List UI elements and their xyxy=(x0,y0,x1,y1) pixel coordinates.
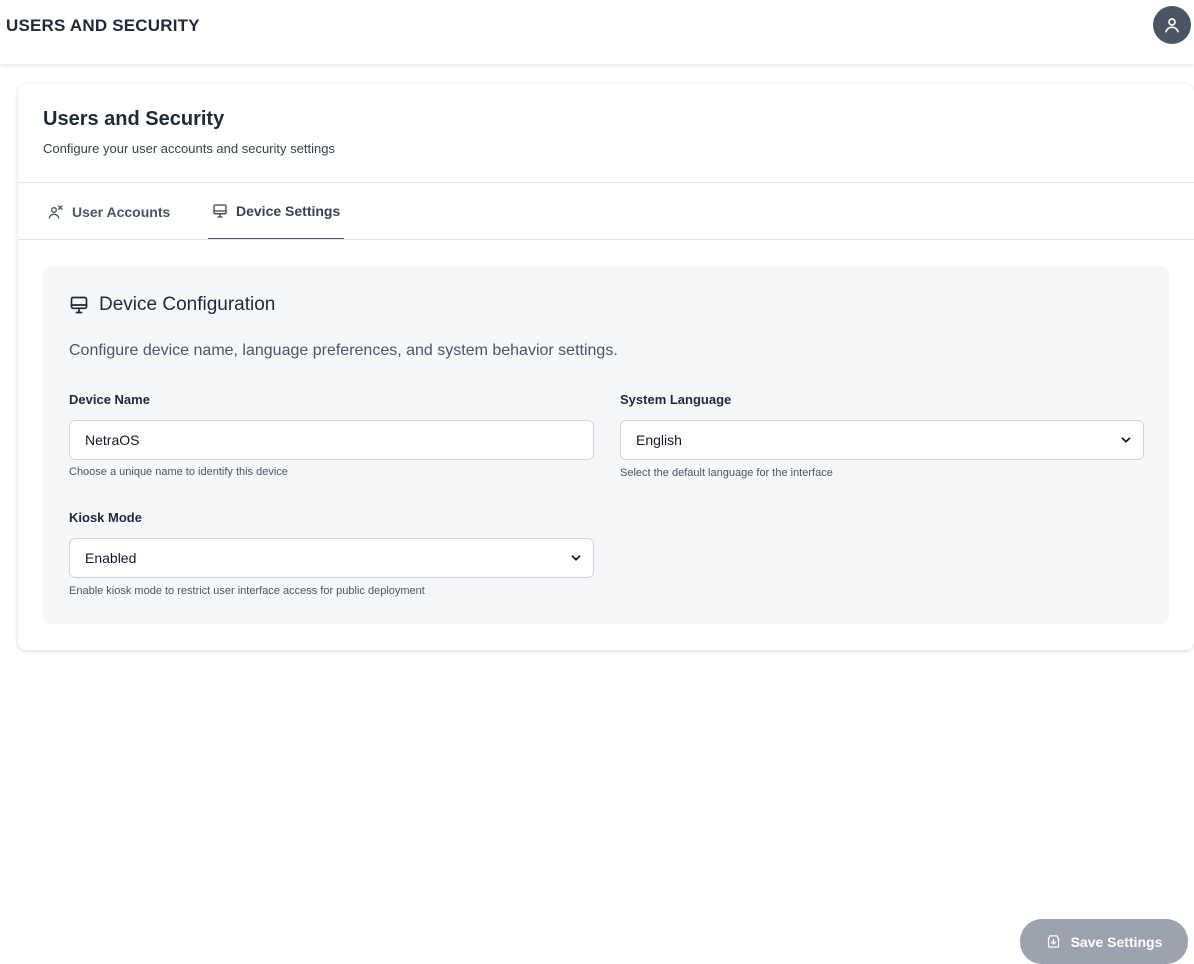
kiosk-mode-label: Kiosk Mode xyxy=(69,510,142,525)
system-language-select[interactable]: English xyxy=(620,420,1144,460)
chevron-down-icon xyxy=(571,555,581,561)
settings-card: Users and Security Configure your user a… xyxy=(18,84,1194,650)
users-icon xyxy=(48,204,63,219)
kiosk-mode-select[interactable]: Enabled xyxy=(69,538,594,578)
tabs-divider-bottom xyxy=(18,239,1194,240)
device-configuration-panel: Device Configuration Configure device na… xyxy=(43,266,1169,624)
app-title: USERS AND SECURITY xyxy=(6,16,200,35)
kiosk-mode-value: Enabled xyxy=(85,550,137,566)
tab-label: User Accounts xyxy=(72,203,171,220)
tab-user-accounts[interactable]: User Accounts xyxy=(48,183,170,240)
device-name-value: NetraOS xyxy=(85,432,140,448)
user-icon xyxy=(1165,18,1179,33)
device-name-input[interactable]: NetraOS xyxy=(69,420,594,460)
section-description: Configure device name, language preferen… xyxy=(69,342,618,359)
device-name-help: Choose a unique name to identify this de… xyxy=(69,466,288,478)
section-heading: Device Configuration xyxy=(69,294,275,316)
save-settings-label: Save Settings xyxy=(1070,933,1163,950)
kiosk-mode-help: Enable kiosk mode to restrict user inter… xyxy=(69,585,425,597)
system-language-help: Select the default language for the inte… xyxy=(620,467,833,479)
tab-device-settings[interactable]: Device Settings xyxy=(208,183,345,240)
tab-label: Device Settings xyxy=(236,202,341,219)
device-name-label: Device Name xyxy=(69,392,150,407)
monitor-icon xyxy=(70,296,88,314)
top-bar: USERS AND SECURITY xyxy=(0,0,1194,64)
save-icon xyxy=(1047,935,1059,948)
chevron-down-icon xyxy=(1121,437,1131,443)
tabs-divider-top xyxy=(18,182,1194,183)
system-language-label: System Language xyxy=(620,392,732,407)
page-title: Users and Security xyxy=(43,108,225,130)
section-heading-text: Device Configuration xyxy=(99,294,276,315)
page-subtitle: Configure your user accounts and securit… xyxy=(43,141,335,156)
monitor-icon xyxy=(213,203,227,218)
save-settings-button[interactable]: Save Settings xyxy=(1020,919,1188,964)
system-language-value: English xyxy=(636,432,682,448)
user-avatar-button[interactable] xyxy=(1153,6,1191,44)
